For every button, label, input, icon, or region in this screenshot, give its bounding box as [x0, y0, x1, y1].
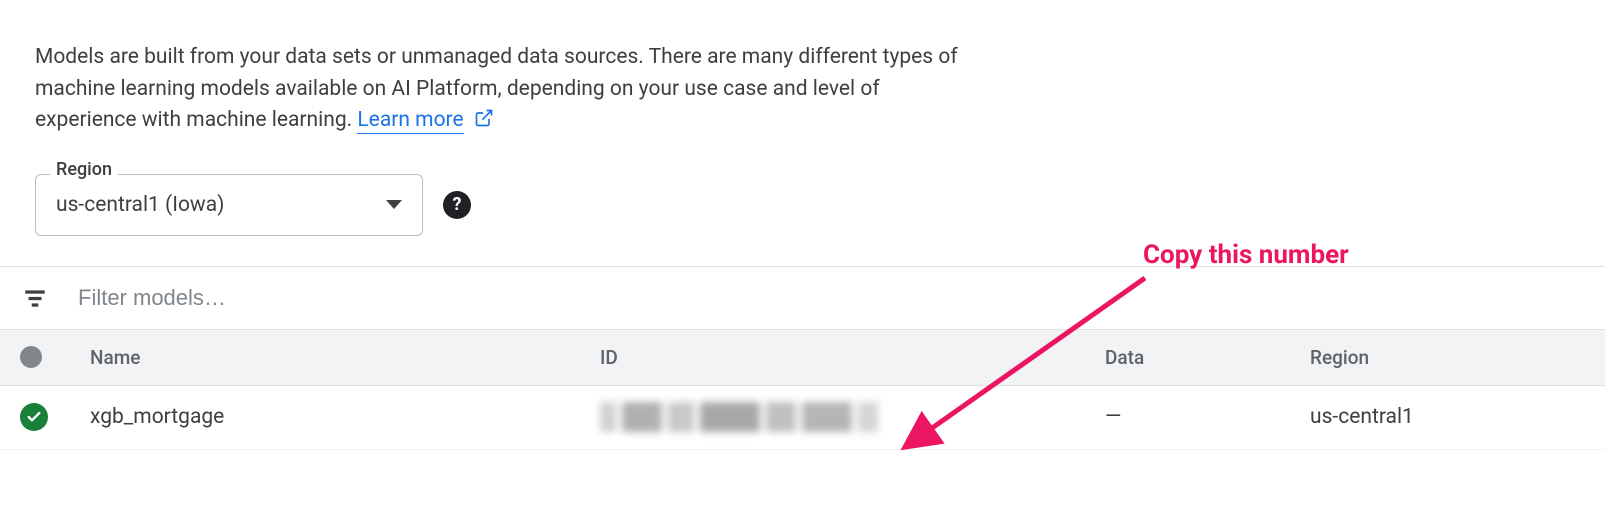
row-id [600, 402, 1105, 432]
column-header-id[interactable]: ID [600, 346, 1105, 369]
region-value: us-central1 (Iowa) [56, 193, 386, 217]
check-circle-icon [20, 403, 48, 431]
external-link-icon [474, 107, 494, 139]
table-header-row: Name ID Data Region [0, 330, 1605, 386]
column-header-data[interactable]: Data [1105, 346, 1310, 369]
chevron-down-icon [386, 200, 402, 209]
filter-bar [0, 266, 1605, 330]
column-header-region[interactable]: Region [1310, 346, 1605, 369]
description-text: Models are built from your data sets or … [0, 0, 1000, 139]
table-row[interactable]: xgb_mortgage — us-central1 [0, 386, 1605, 450]
help-icon[interactable]: ? [443, 191, 471, 219]
region-label: Region [50, 159, 118, 180]
region-select[interactable]: Region us-central1 (Iowa) [35, 174, 423, 236]
description-body: Models are built from your data sets or … [35, 45, 958, 132]
redacted-id [600, 402, 900, 432]
row-name[interactable]: xgb_mortgage [70, 405, 600, 429]
row-region: us-central1 [1310, 405, 1605, 429]
row-data: — [1105, 405, 1310, 429]
filter-input[interactable] [78, 285, 1583, 311]
status-column-indicator [20, 346, 42, 368]
column-header-name[interactable]: Name [70, 346, 600, 369]
learn-more-link[interactable]: Learn more [357, 108, 463, 134]
filter-icon[interactable] [22, 285, 48, 311]
